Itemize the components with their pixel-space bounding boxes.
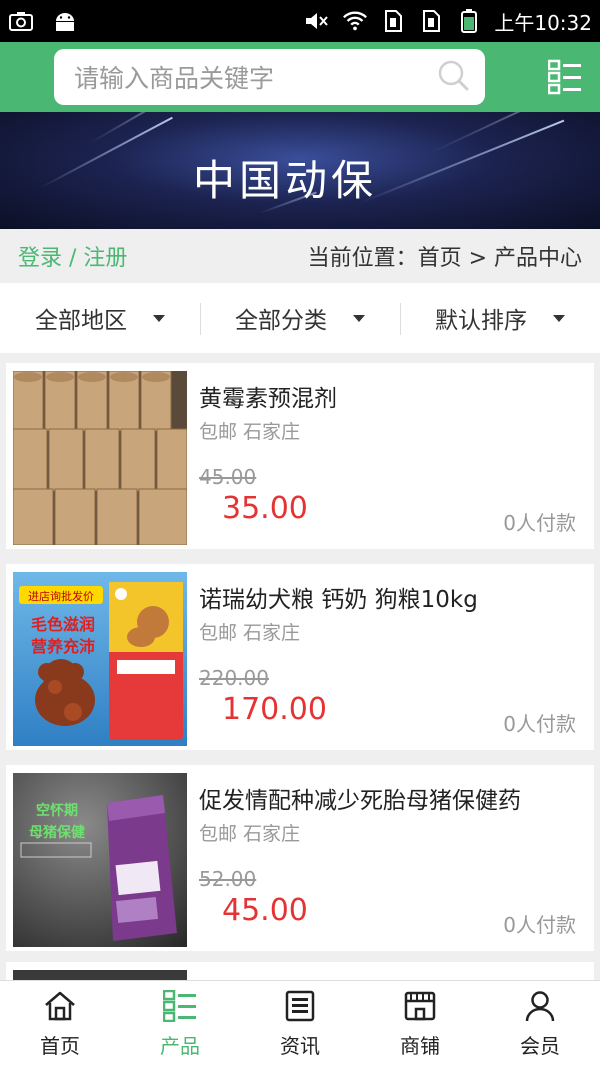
product-image[interactable]	[13, 970, 187, 980]
product-shipping-location: 包邮 石家庄	[199, 823, 301, 845]
product-shipping-location: 包邮 石家庄	[199, 622, 301, 644]
screenshot-icon	[8, 10, 34, 32]
product-name[interactable]: 黄霉素预混剂	[199, 379, 337, 413]
tab-home[interactable]: 首页	[0, 981, 120, 1067]
category-menu-icon[interactable]	[547, 59, 582, 95]
image-caption-line1: 空怀期	[36, 802, 78, 819]
search-input[interactable]: 请输入商品关键字	[54, 49, 485, 105]
list-icon	[162, 989, 197, 1026]
banner[interactable]: 中国动保	[0, 112, 600, 229]
tab-member[interactable]: 会员	[480, 981, 600, 1067]
product-name[interactable]: 促发情配种减少死胎母猪保健药	[199, 781, 521, 815]
product-price: 35.00	[222, 491, 308, 526]
login-register-link[interactable]: 登录 / 注册	[18, 240, 127, 272]
tab-news[interactable]: 资讯	[240, 981, 360, 1067]
image-caption-line1: 毛色滋润	[31, 615, 95, 634]
filter-label: 全部分类	[235, 308, 327, 334]
user-icon	[523, 990, 557, 1026]
product-original-price: 52.00	[199, 867, 257, 891]
news-icon	[283, 990, 317, 1026]
product-name[interactable]: 诺瑞幼犬粮 钙奶 狗粮10kg	[199, 580, 478, 614]
breadcrumb: 登录 / 注册 当前位置：首页 > 产品中心	[0, 229, 600, 283]
product-image[interactable]: 空怀期 母猪保健	[13, 773, 187, 947]
tab-label: 首页	[40, 1033, 80, 1058]
tab-label: 会员	[520, 1033, 560, 1058]
product-buyer-count: 0人付款	[503, 712, 576, 736]
search-placeholder: 请输入商品关键字	[74, 64, 275, 93]
product-original-price: 220.00	[199, 666, 269, 690]
product-list: 黄霉素预混剂 包邮 石家庄 45.00 35.00 0人付款 进店询批发价 毛色…	[0, 353, 600, 980]
product-image[interactable]	[13, 371, 187, 545]
mute-icon	[304, 10, 330, 32]
current-location: 当前位置：首页 > 产品中心	[307, 246, 582, 271]
home-icon	[43, 990, 77, 1026]
sim-card-icon	[418, 10, 444, 32]
caret-down-icon	[153, 314, 165, 322]
image-badge-text: 进店询批发价	[28, 589, 94, 603]
caret-down-icon	[353, 314, 365, 322]
wifi-icon	[342, 10, 368, 32]
filter-bar: 全部地区 全部分类 默认排序	[0, 283, 600, 353]
tab-products[interactable]: 产品	[120, 981, 240, 1067]
tab-label: 产品	[160, 1033, 200, 1058]
tab-label: 商铺	[400, 1033, 440, 1058]
product-card[interactable]: 空怀期 母猪保健 促发情配种减少死胎母猪保健药 包邮 石家庄 52.00 45.…	[6, 765, 594, 951]
header: 请输入商品关键字	[0, 42, 600, 112]
banner-title: 中国动保	[192, 156, 377, 205]
tab-shops[interactable]: 商铺	[360, 981, 480, 1067]
bottom-tab-bar: 首页 产品 资讯 商铺 会员	[0, 980, 600, 1067]
tab-label: 资讯	[280, 1033, 320, 1058]
product-buyer-count: 0人付款	[503, 913, 576, 937]
android-icon	[52, 10, 78, 32]
product-card[interactable]	[6, 962, 594, 980]
status-bar: 上午10:32	[0, 0, 600, 42]
product-price: 45.00	[222, 893, 308, 928]
filter-label: 全部地区	[35, 308, 127, 334]
product-card[interactable]: 进店询批发价 毛色滋润 营养充沛 诺瑞幼犬粮 钙奶 狗粮10kg 包邮 石家庄 …	[6, 564, 594, 750]
battery-icon	[456, 9, 482, 33]
sim-card-icon	[380, 10, 406, 32]
product-card[interactable]: 黄霉素预混剂 包邮 石家庄 45.00 35.00 0人付款	[6, 363, 594, 549]
image-caption-line2: 母猪保健	[29, 824, 85, 841]
status-time: 上午10:32	[494, 10, 592, 35]
product-buyer-count: 0人付款	[503, 511, 576, 535]
product-shipping-location: 包邮 石家庄	[199, 421, 301, 443]
shop-icon	[403, 990, 437, 1026]
caret-down-icon	[553, 314, 565, 322]
product-original-price: 45.00	[199, 465, 257, 489]
filter-sort[interactable]: 默认排序	[400, 283, 600, 353]
image-caption-line2: 营养充沛	[31, 637, 95, 656]
product-image[interactable]: 进店询批发价 毛色滋润 营养充沛	[13, 572, 187, 746]
filter-category[interactable]: 全部分类	[200, 283, 400, 353]
filter-region[interactable]: 全部地区	[0, 283, 200, 353]
product-price: 170.00	[222, 692, 327, 727]
search-icon[interactable]	[437, 59, 469, 95]
filter-label: 默认排序	[435, 308, 527, 334]
